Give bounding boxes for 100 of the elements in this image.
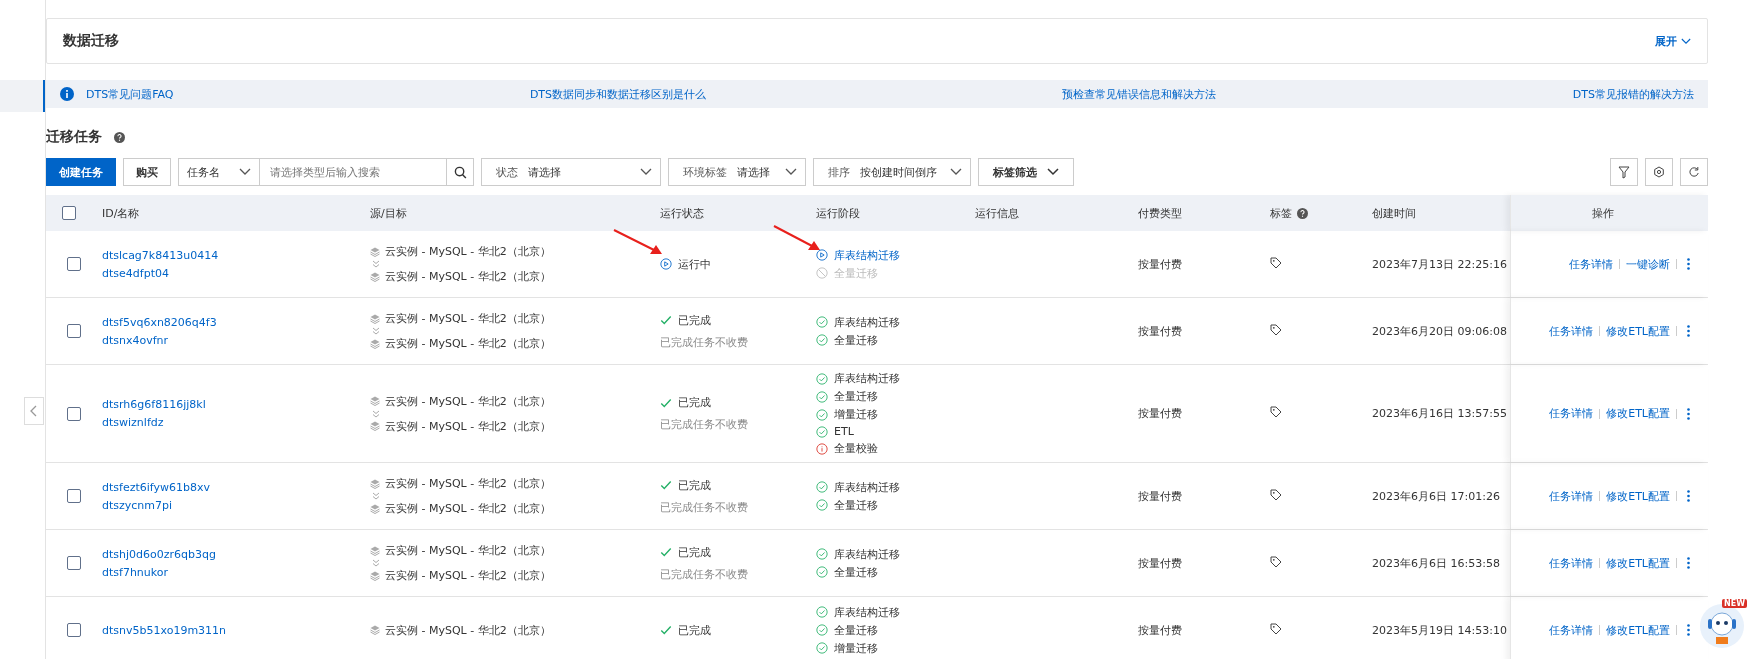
column-header: 标签 bbox=[1270, 205, 1292, 221]
check-circle-icon bbox=[816, 390, 828, 403]
create-task-button[interactable]: 创建任务 bbox=[46, 158, 116, 186]
row-checkbox[interactable] bbox=[67, 489, 81, 503]
row-checkbox[interactable] bbox=[67, 324, 81, 338]
task-name-link[interactable]: dtsf7hnukor bbox=[102, 565, 360, 579]
target-instance: 云实例 - MySQL - 华北2（北京） bbox=[385, 501, 551, 516]
database-icon bbox=[370, 478, 380, 489]
database-icon bbox=[370, 625, 380, 635]
task-id-link[interactable]: dtsfezt6ifyw61b8xv bbox=[102, 480, 360, 494]
created-time: 2023年6月6日 17:01:26 bbox=[1372, 489, 1500, 503]
stage-text: ETL bbox=[834, 425, 854, 438]
expand-toggle[interactable]: 展开 bbox=[1655, 33, 1691, 49]
source-instance: 云实例 - MySQL - 华北2（北京） bbox=[385, 476, 551, 491]
assistant-robot-icon[interactable] bbox=[1700, 604, 1744, 648]
check-icon bbox=[660, 396, 672, 409]
task-id-link[interactable]: dtsnv5b51xo19m311n bbox=[102, 623, 360, 637]
check-icon bbox=[660, 479, 672, 491]
target-instance: 云实例 - MySQL - 华北2（北京） bbox=[385, 269, 551, 284]
stage-text: 增量迁移 bbox=[834, 640, 878, 656]
action-link[interactable]: 任务详情 bbox=[1549, 555, 1594, 571]
action-link[interactable]: 修改ETL配置 bbox=[1606, 488, 1670, 504]
created-time: 2023年7月13日 22:25:16 bbox=[1372, 257, 1507, 271]
check-icon bbox=[660, 314, 672, 326]
chevron-down-icon bbox=[239, 168, 251, 176]
task-id-link[interactable]: dtslcag7k8413u0414 bbox=[102, 248, 360, 262]
search-icon bbox=[453, 165, 467, 179]
source-instance: 云实例 - MySQL - 华北2（北京） bbox=[385, 393, 551, 409]
tag-icon[interactable] bbox=[1270, 622, 1282, 635]
task-id-link[interactable]: dtsf5vq6xn8206q4f3 bbox=[102, 315, 360, 329]
task-name-link[interactable]: dtsnx4ovfnr bbox=[102, 333, 360, 347]
target-instance: 云实例 - MySQL - 华北2（北京） bbox=[385, 568, 551, 583]
row-checkbox[interactable] bbox=[67, 556, 81, 570]
task-name-link[interactable]: dtszycnm7pi bbox=[102, 498, 360, 512]
action-link[interactable]: 任务详情 bbox=[1549, 323, 1594, 339]
panel-title: 数据迁移 bbox=[63, 32, 119, 50]
column-header: 源/目标 bbox=[370, 205, 407, 221]
action-link[interactable]: 一键诊断 bbox=[1626, 256, 1670, 272]
task-name-link[interactable]: dtse4dfpt04 bbox=[102, 266, 360, 280]
task-id-link[interactable]: dtsrh6g6f8116jj8kl bbox=[102, 398, 360, 411]
column-header: 运行信息 bbox=[975, 205, 1019, 221]
filter-icon[interactable] bbox=[1610, 158, 1638, 186]
status-text: 已完成 bbox=[678, 477, 711, 493]
status-note: 已完成任务不收费 bbox=[660, 499, 749, 515]
help-link[interactable]: DTS常见报错的解决方法 bbox=[1572, 86, 1694, 102]
database-icon bbox=[370, 503, 380, 514]
row-checkbox[interactable] bbox=[67, 257, 81, 271]
status-text: 已完成 bbox=[678, 622, 711, 638]
tag-icon[interactable] bbox=[1270, 555, 1282, 568]
refresh-icon[interactable] bbox=[1680, 158, 1708, 186]
action-link[interactable]: 任务详情 bbox=[1549, 622, 1594, 638]
select-all-checkbox[interactable] bbox=[62, 206, 76, 220]
help-link[interactable]: DTS常见问题FAQ bbox=[86, 86, 174, 102]
check-circle-icon bbox=[816, 316, 828, 328]
search-type-select[interactable]: 任务名 bbox=[178, 158, 260, 186]
action-link[interactable]: 任务详情 bbox=[1549, 488, 1594, 504]
action-link[interactable]: 修改ETL配置 bbox=[1606, 622, 1670, 638]
task-id-link[interactable]: dtshj0d6o0zr6qb3qg bbox=[102, 547, 360, 561]
billing-type: 按量付费 bbox=[1138, 489, 1182, 503]
sidebar-item[interactable] bbox=[0, 80, 45, 112]
source-instance: 云实例 - MySQL - 华北2（北京） bbox=[385, 543, 551, 558]
new-badge: NEW bbox=[1722, 599, 1747, 608]
status-text: 运行中 bbox=[678, 256, 711, 272]
tag-icon[interactable] bbox=[1270, 256, 1282, 269]
tag-filter-button[interactable]: 标签筛选 bbox=[978, 158, 1074, 186]
help-icon bbox=[114, 131, 125, 143]
created-time: 2023年5月19日 14:53:10 bbox=[1372, 623, 1507, 637]
search-field[interactable]: 请选择类型后输入搜索 bbox=[260, 158, 446, 186]
buy-button[interactable]: 购买 bbox=[123, 158, 171, 186]
tag-icon[interactable] bbox=[1270, 406, 1282, 418]
action-link[interactable]: 修改ETL配置 bbox=[1606, 555, 1670, 571]
action-link[interactable]: 修改ETL配置 bbox=[1606, 323, 1670, 339]
status-note: 已完成任务不收费 bbox=[660, 334, 749, 350]
stage-text: 库表结构迁移 bbox=[834, 479, 900, 495]
column-header: ID/名称 bbox=[102, 205, 140, 221]
filter-select[interactable]: 排序 按创建时间倒序 bbox=[813, 158, 971, 186]
action-link[interactable]: 任务详情 bbox=[1569, 256, 1613, 272]
stage-text: 全量迁移 bbox=[834, 389, 878, 404]
created-time: 2023年6月6日 16:53:58 bbox=[1372, 556, 1500, 570]
settings-icon[interactable] bbox=[1645, 158, 1673, 186]
database-icon bbox=[370, 396, 380, 406]
action-link[interactable]: 任务详情 bbox=[1549, 406, 1594, 421]
ban-icon bbox=[816, 267, 828, 279]
database-icon bbox=[370, 246, 380, 257]
chevron-down-icon bbox=[1047, 168, 1059, 176]
action-link[interactable]: 修改ETL配置 bbox=[1606, 406, 1670, 421]
tag-icon[interactable] bbox=[1270, 488, 1282, 501]
chevron-down-icon bbox=[785, 168, 797, 176]
tag-icon[interactable] bbox=[1270, 323, 1282, 336]
check-circle-icon bbox=[816, 408, 828, 421]
help-link[interactable]: DTS数据同步和数据迁移区别是什么 bbox=[529, 86, 707, 102]
created-time: 2023年6月16日 13:57:55 bbox=[1372, 407, 1507, 420]
filter-select[interactable]: 环境标签 请选择 bbox=[668, 158, 806, 186]
filter-select[interactable]: 状态 请选择 bbox=[481, 158, 661, 186]
help-link[interactable]: 预检查常见错误信息和解决方法 bbox=[1062, 86, 1217, 102]
row-checkbox[interactable] bbox=[67, 406, 81, 421]
database-icon bbox=[370, 545, 380, 556]
row-checkbox[interactable] bbox=[67, 623, 81, 637]
task-name-link[interactable]: dtswiznlfdz bbox=[102, 416, 360, 429]
search-button[interactable] bbox=[446, 158, 474, 186]
